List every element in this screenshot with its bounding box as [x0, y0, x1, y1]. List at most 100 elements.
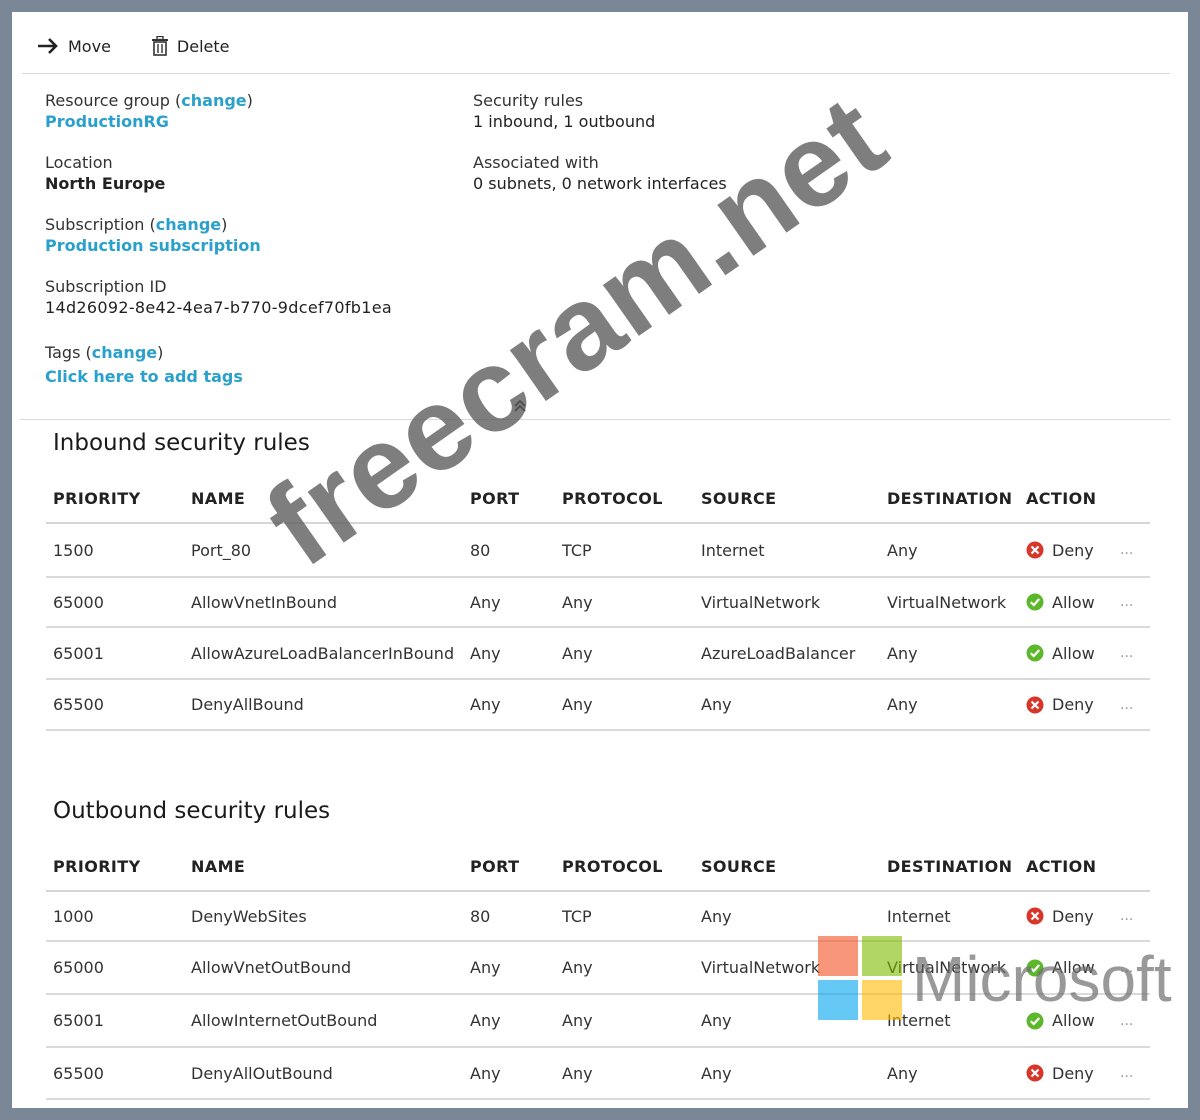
table-header: PRIORITY NAME PORT PROTOCOL SOURCE DESTI… [46, 474, 1150, 524]
subscription-link[interactable]: Production subscription [45, 235, 392, 256]
location-value: North Europe [45, 174, 166, 193]
table-row[interactable]: 1000 DenyWebSites 80 TCP Any Internet Deny... [46, 892, 1150, 942]
col-protocol[interactable]: PROTOCOL [556, 489, 695, 508]
col-port[interactable]: PORT [463, 489, 556, 508]
more-options-button[interactable]: ... [1120, 697, 1150, 713]
cell-action: Allow [1020, 644, 1120, 663]
col-protocol[interactable]: PROTOCOL [556, 857, 695, 876]
delete-label: Delete [176, 36, 230, 56]
essentials-left: Resource group (change) ProductionRG Loc… [45, 90, 392, 404]
allow-check-icon [1026, 1012, 1044, 1030]
col-destination[interactable]: DESTINATION [881, 489, 1020, 508]
cell-protocol: TCP [562, 906, 592, 926]
more-options-button[interactable]: ... [1120, 960, 1150, 976]
chevron-double-up-icon [513, 398, 527, 417]
action-label: Allow [1052, 958, 1095, 977]
col-priority[interactable]: PRIORITY [46, 489, 185, 508]
col-source[interactable]: SOURCE [695, 489, 881, 508]
cell-protocol: Any [562, 1063, 593, 1083]
col-destination[interactable]: DESTINATION [881, 857, 1020, 876]
tags-item: Tags (change) Click here to add tags [45, 342, 392, 404]
cell-destination: VirtualNetwork [887, 592, 1007, 612]
add-tags-link[interactable]: Click here to add tags [45, 366, 392, 387]
cell-destination: Any [887, 1063, 918, 1083]
action-label: Allow [1052, 643, 1095, 663]
security-rules-label: Security rules [473, 91, 584, 110]
col-action[interactable]: ACTION [1020, 857, 1120, 876]
cell-name: AllowInternetOutBound [191, 1011, 378, 1030]
cell-destination: Internet [887, 1011, 951, 1030]
cell-priority: 65500 [53, 1063, 104, 1083]
table-row[interactable]: 65000 AllowVnetOutBound Any Any VirtualNetwo… [46, 942, 1150, 995]
cell-destination: VirtualNetwork [887, 958, 1007, 977]
cell-source: VirtualNetwork [701, 958, 821, 977]
more-options-button[interactable]: ... [1120, 1013, 1150, 1029]
change-subscription-link[interactable]: change [156, 215, 221, 234]
cell-source: Any [701, 695, 732, 714]
subscription-id-value: 14d26092-8e42-4ea7-b770-9dcef70fb1ea [45, 298, 392, 317]
col-action[interactable]: ACTION [1020, 489, 1120, 508]
location-item: Location North Europe [45, 152, 392, 214]
more-options-button[interactable]: ... [1120, 645, 1150, 661]
move-button[interactable]: Move [36, 36, 111, 56]
location-label: Location [45, 153, 113, 172]
collapse-essentials-button[interactable] [510, 398, 530, 416]
cell-destination: Internet [887, 906, 951, 926]
change-tags-link[interactable]: change [92, 343, 157, 362]
more-options-button[interactable]: ... [1120, 542, 1150, 558]
table-row[interactable]: 65001 AllowAzureLoadBalancerInBound Any Any… [46, 628, 1150, 680]
cell-port: Any [470, 1011, 501, 1030]
outbound-title: Outbound security rules [53, 798, 331, 824]
col-name[interactable]: NAME [185, 857, 463, 876]
cell-port: Any [470, 1063, 501, 1083]
table-row[interactable]: 65500 DenyAllBound Any Any Any Any Deny... [46, 680, 1150, 731]
col-source[interactable]: SOURCE [695, 857, 881, 876]
cell-action: Allow [1020, 1011, 1120, 1030]
associated-with-value: 0 subnets, 0 network interfaces [473, 174, 727, 193]
action-label: Deny [1052, 1063, 1094, 1083]
deny-x-icon [1026, 696, 1044, 714]
delete-button[interactable]: Delete [151, 36, 230, 56]
table-row[interactable]: 65000 AllowVnetInBound Any Any VirtualNetwor… [46, 578, 1150, 628]
cell-destination: Any [887, 643, 918, 663]
more-options-button[interactable]: ... [1120, 594, 1150, 610]
table-row[interactable]: 1500 Port_80 80 TCP Internet Any Deny... [46, 524, 1150, 578]
cell-protocol: Any [562, 958, 593, 977]
cell-action: Deny [1020, 1064, 1120, 1083]
cell-source: AzureLoadBalancer [701, 643, 856, 663]
col-name[interactable]: NAME [185, 489, 463, 508]
cell-priority: 65000 [53, 592, 104, 612]
cell-source: Any [701, 1011, 732, 1030]
cell-name: AllowVnetInBound [191, 592, 337, 612]
cell-action: Deny [1020, 695, 1120, 714]
change-resource-group-link[interactable]: change [181, 91, 246, 110]
cell-action: Deny [1020, 907, 1120, 926]
more-options-button[interactable]: ... [1120, 1065, 1150, 1081]
action-label: Allow [1052, 1011, 1095, 1030]
col-priority[interactable]: PRIORITY [46, 857, 185, 876]
table-row[interactable]: 65001 AllowInternetOutBound Any Any Any Inter… [46, 995, 1150, 1048]
col-port[interactable]: PORT [463, 857, 556, 876]
deny-x-icon [1026, 1064, 1044, 1082]
tags-label: Tags [45, 343, 81, 362]
inbound-title: Inbound security rules [53, 430, 310, 456]
resource-group-label: Resource group [45, 91, 170, 110]
resource-group-item: Resource group (change) ProductionRG [45, 90, 392, 152]
cell-port: Any [470, 592, 501, 612]
action-label: Deny [1052, 540, 1094, 560]
outbound-rules-table: PRIORITY NAME PORT PROTOCOL SOURCE DESTI… [46, 842, 1150, 1100]
resource-group-link[interactable]: ProductionRG [45, 111, 392, 132]
associated-with-item: Associated with 0 subnets, 0 network int… [473, 152, 727, 214]
cell-port: Any [470, 643, 501, 663]
more-options-button[interactable]: ... [1120, 908, 1150, 924]
cell-action: Allow [1020, 593, 1120, 612]
action-label: Deny [1052, 906, 1094, 926]
deny-x-icon [1026, 907, 1044, 925]
cell-name: DenyAllOutBound [191, 1063, 333, 1083]
action-label: Deny [1052, 695, 1094, 714]
inbound-rules-table: PRIORITY NAME PORT PROTOCOL SOURCE DESTI… [46, 474, 1150, 731]
cell-name: AllowAzureLoadBalancerInBound [191, 643, 455, 663]
subscription-label: Subscription [45, 215, 145, 234]
essentials-right: Security rules 1 inbound, 1 outbound Ass… [473, 90, 727, 214]
table-row[interactable]: 65500 DenyAllOutBound Any Any Any Any Deny... [46, 1048, 1150, 1100]
